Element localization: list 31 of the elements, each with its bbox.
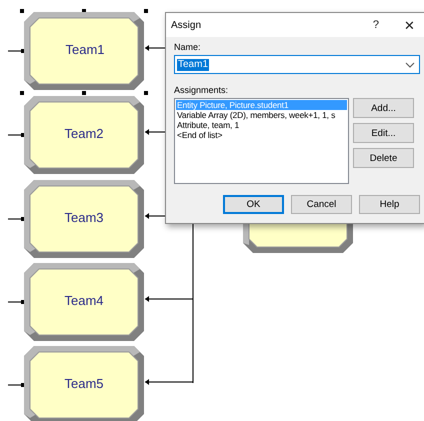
dialog-title: Assign (171, 20, 202, 30)
close-button[interactable]: ✕ (404, 18, 415, 32)
process-module[interactable]: Team3 (20, 177, 148, 263)
module-label: Team4 (64, 293, 104, 309)
module-label: Team3 (64, 210, 104, 226)
name-label: Name: (174, 42, 201, 52)
action-button[interactable]: Delete (353, 148, 414, 168)
action-button[interactable]: Edit... (353, 123, 414, 143)
connector-line (144, 213, 166, 219)
dialog-button[interactable]: Cancel (291, 195, 352, 214)
name-combo[interactable]: Team1 (174, 55, 420, 74)
module-label: Team5 (64, 376, 104, 392)
module-shape[interactable] (24, 12, 144, 90)
module-label: Team1 (65, 42, 105, 58)
dialog-button[interactable]: OK (223, 195, 284, 214)
name-value: Team1 (177, 58, 210, 70)
action-button[interactable]: Add... (353, 98, 414, 118)
process-module[interactable]: Team2 (20, 93, 148, 179)
process-module[interactable]: Team4 (20, 260, 148, 346)
list-item[interactable]: Variable Array (2D), members, week+1, 1, s (176, 110, 347, 120)
connector-line (144, 129, 166, 135)
dropdown-icon[interactable] (405, 62, 415, 68)
process-module[interactable]: Team1 (20, 9, 150, 95)
list-item[interactable]: Attribute, team, 1 (176, 120, 347, 130)
list-item[interactable]: <End of list> (176, 130, 347, 140)
module-shape[interactable] (243, 221, 353, 253)
process-module[interactable]: Team5 (20, 343, 148, 421)
dialog-button[interactable]: Help (359, 195, 420, 214)
assignments-label: Assignments: (174, 85, 228, 95)
help-button[interactable]: ? (372, 19, 379, 31)
module-label: Team2 (64, 126, 104, 142)
